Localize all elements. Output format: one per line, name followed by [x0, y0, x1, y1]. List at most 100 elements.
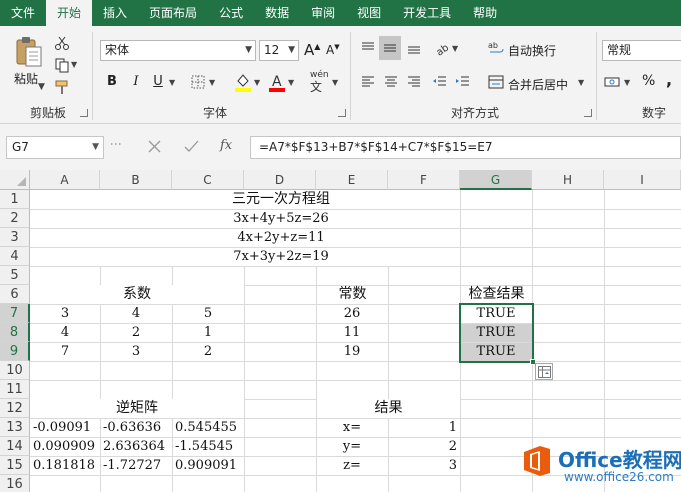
align-bottom-icon[interactable]	[406, 40, 422, 56]
percent-style-button[interactable]: %	[642, 73, 655, 89]
formula-input[interactable]: =A7*$F$13+B7*$F$14+C7*$F$15=E7	[250, 136, 681, 159]
align-top-icon[interactable]	[360, 40, 376, 56]
cell-c14[interactable]: -1.54545	[172, 437, 244, 456]
fill-color-dropdown-icon[interactable]: ▼	[254, 78, 260, 87]
tab-developer[interactable]: 开发工具	[392, 0, 462, 26]
clipboard-launcher-icon[interactable]	[80, 109, 88, 117]
cell-a8[interactable]: 4	[30, 323, 100, 342]
cell-b8[interactable]: 2	[100, 323, 172, 342]
row-header-3[interactable]: 3	[0, 228, 30, 247]
tab-formulas[interactable]: 公式	[208, 0, 254, 26]
font-size-select[interactable]: 12 ▼	[259, 40, 299, 61]
row-header-9[interactable]: 9	[0, 342, 30, 361]
tab-help[interactable]: 帮助	[462, 0, 508, 26]
select-all-button[interactable]	[0, 170, 30, 190]
cell-c9[interactable]: 2	[172, 342, 244, 361]
bold-button[interactable]: B	[104, 72, 120, 92]
tab-review[interactable]: 审阅	[300, 0, 346, 26]
currency-icon[interactable]	[604, 74, 620, 90]
tab-home[interactable]: 开始	[46, 0, 93, 26]
copy-icon[interactable]	[54, 57, 70, 73]
formula-bar-grip[interactable]: ⋮	[109, 138, 123, 150]
font-color-dropdown-icon[interactable]: ▼	[288, 78, 294, 87]
cell-c15[interactable]: 0.909091	[172, 456, 244, 475]
row-header-7[interactable]: 7	[0, 304, 30, 323]
cell-coefficients-header[interactable]: 系数	[30, 285, 244, 304]
row-header-11[interactable]: 11	[0, 380, 30, 399]
row-header-6[interactable]: 6	[0, 285, 30, 304]
align-right-icon[interactable]	[406, 74, 422, 90]
cell-b13[interactable]: -0.63636	[100, 418, 172, 437]
cell-equation-3[interactable]: 7x+3y+2z=19	[30, 247, 532, 266]
cell-equation-2[interactable]: 4x+2y+z=11	[30, 228, 532, 247]
borders-dropdown-icon[interactable]: ▼	[209, 78, 215, 87]
cell-a14[interactable]: 0.090909	[30, 437, 100, 456]
italic-button[interactable]: I	[128, 72, 144, 92]
currency-dropdown-icon[interactable]: ▼	[624, 78, 630, 87]
underline-button[interactable]: U	[150, 72, 166, 92]
row-header-16[interactable]: 16	[0, 475, 30, 492]
phonetic-dropdown-icon[interactable]: ▼	[332, 78, 338, 87]
cell-e14[interactable]: y=	[316, 437, 388, 456]
row-header-13[interactable]: 13	[0, 418, 30, 437]
font-color-icon[interactable]: A	[268, 72, 286, 92]
paste-dropdown-icon[interactable]: ▼	[38, 82, 45, 92]
cell-b7[interactable]: 4	[100, 304, 172, 323]
orientation-icon[interactable]: ab	[434, 40, 450, 56]
column-header-i[interactable]: I	[604, 170, 681, 190]
enter-check-icon[interactable]	[184, 140, 199, 153]
cancel-icon[interactable]	[148, 140, 161, 153]
tab-view[interactable]: 视图	[346, 0, 392, 26]
tab-file[interactable]: 文件	[0, 0, 46, 26]
cell-check-header[interactable]: 检查结果	[461, 285, 532, 304]
row-header-5[interactable]: 5	[0, 266, 30, 285]
merge-center-icon[interactable]	[488, 74, 504, 90]
cell-inverse-matrix-header[interactable]: 逆矩阵	[30, 399, 244, 418]
increase-indent-icon[interactable]	[455, 74, 471, 90]
cell-b14[interactable]: 2.636364	[100, 437, 172, 456]
shrink-font-button[interactable]: A▼	[326, 43, 340, 57]
decrease-indent-icon[interactable]	[432, 74, 448, 90]
tab-page-layout[interactable]: 页面布局	[138, 0, 208, 26]
cell-constants-header[interactable]: 常数	[317, 285, 388, 304]
column-header-h[interactable]: H	[532, 170, 604, 190]
cell-a13[interactable]: -0.09091	[30, 418, 100, 437]
cell-title[interactable]: 三元一次方程组	[30, 190, 532, 209]
underline-dropdown-icon[interactable]: ▼	[169, 78, 175, 87]
cell-f13[interactable]: 1	[388, 418, 460, 437]
column-header-g[interactable]: G	[460, 170, 532, 190]
cell-c7[interactable]: 5	[172, 304, 244, 323]
cell-b9[interactable]: 3	[100, 342, 172, 361]
cut-icon[interactable]	[54, 35, 70, 51]
cell-b15[interactable]: -1.72727	[100, 456, 172, 475]
cell-f14[interactable]: 2	[388, 437, 460, 456]
column-header-d[interactable]: D	[244, 170, 316, 190]
tab-data[interactable]: 数据	[254, 0, 300, 26]
align-center-icon[interactable]	[383, 74, 399, 90]
merge-dropdown-icon[interactable]: ▼	[578, 78, 584, 87]
borders-icon[interactable]	[190, 74, 206, 90]
row-header-8[interactable]: 8	[0, 323, 30, 342]
cell-e13[interactable]: x=	[316, 418, 388, 437]
merge-center-button[interactable]: 合并后居中	[508, 76, 568, 93]
name-box[interactable]: G7 ▼	[6, 136, 104, 159]
cell-result-header[interactable]: 结果	[317, 399, 460, 418]
cell-a9[interactable]: 7	[30, 342, 100, 361]
cell-c8[interactable]: 1	[172, 323, 244, 342]
orientation-dropdown-icon[interactable]: ▼	[452, 44, 458, 53]
row-header-10[interactable]: 10	[0, 361, 30, 380]
cell-f15[interactable]: 3	[388, 456, 460, 475]
row-header-15[interactable]: 15	[0, 456, 30, 475]
row-header-14[interactable]: 14	[0, 437, 30, 456]
comma-style-button[interactable]: ,	[666, 70, 672, 89]
cell-a15[interactable]: 0.181818	[30, 456, 100, 475]
wrap-text-icon[interactable]: ab	[488, 40, 504, 56]
cell-e7[interactable]: 26	[316, 304, 388, 323]
column-header-e[interactable]: E	[316, 170, 388, 190]
cell-e15[interactable]: z=	[316, 456, 388, 475]
font-launcher-icon[interactable]	[338, 109, 346, 117]
phonetic-guide-button[interactable]: wén 文	[310, 70, 329, 95]
fill-color-icon[interactable]	[234, 72, 252, 92]
format-painter-icon[interactable]	[54, 79, 70, 95]
wrap-text-button[interactable]: 自动换行	[508, 42, 556, 59]
